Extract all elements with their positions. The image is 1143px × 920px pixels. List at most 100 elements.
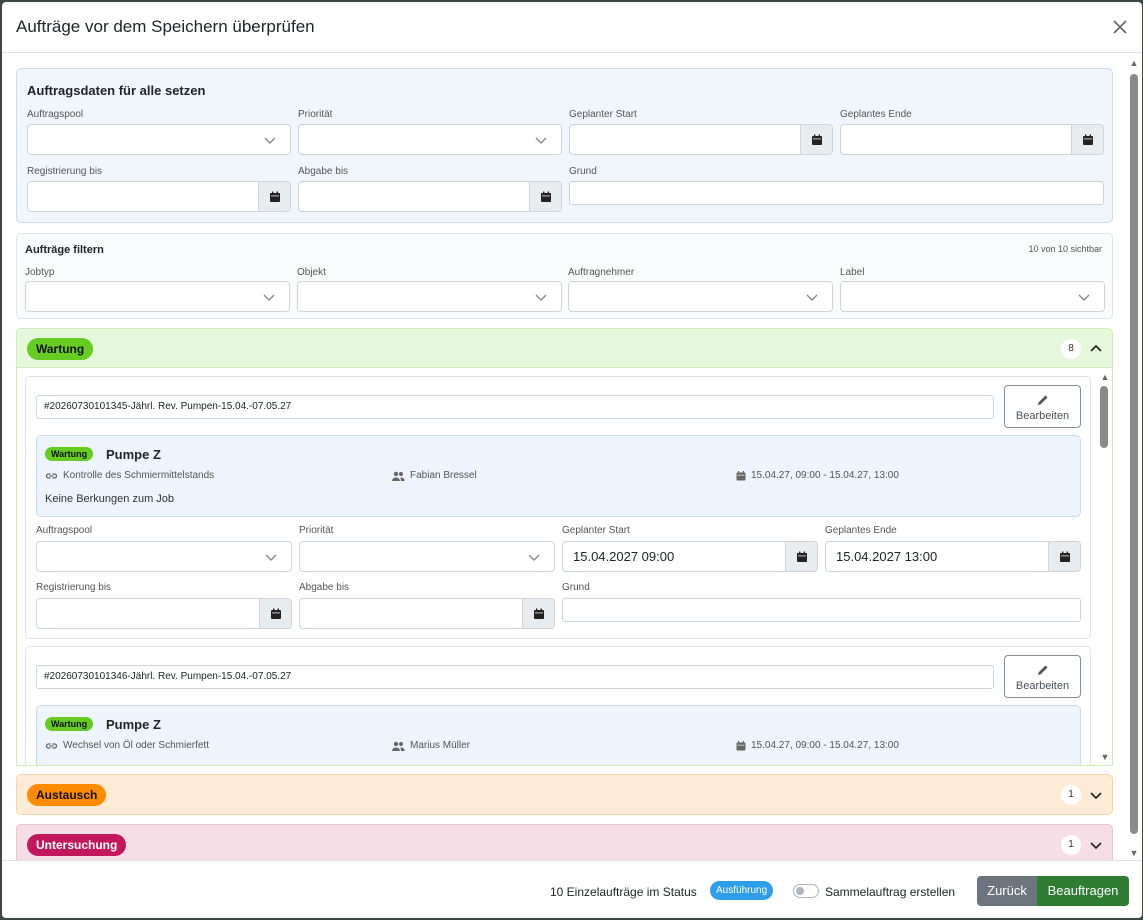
scroll-up-arrow[interactable]: ▲ — [1100, 372, 1110, 382]
group-austausch[interactable]: Austausch 1 — [16, 774, 1113, 815]
pencil-icon — [1038, 665, 1048, 675]
calendar-icon — [1082, 134, 1093, 145]
collective-order-toggle[interactable] — [793, 884, 819, 898]
job-priority-select[interactable] — [299, 541, 555, 572]
review-modal: Aufträge vor dem Speichern überprüfen Au… — [2, 2, 1142, 918]
scroll-up-arrow[interactable]: ▲ — [1129, 58, 1139, 68]
link-icon — [45, 472, 58, 479]
bulk-registration-label: Registrierung bis — [27, 166, 103, 177]
job-start-input[interactable]: 15.04.2027 09:00 — [562, 541, 818, 572]
calendar-button[interactable] — [1071, 125, 1103, 154]
bulk-pool-select[interactable] — [27, 124, 291, 155]
modal-header: Aufträge vor dem Speichern überprüfen — [2, 2, 1142, 53]
chevron-down-icon[interactable] — [1089, 788, 1103, 802]
back-button[interactable]: Zurück — [977, 876, 1037, 906]
job-end-value: 15.04.2027 13:00 — [836, 549, 938, 564]
job-object-name: Pumpe Z — [106, 717, 161, 732]
job-time-text: 15.04.27, 09:00 - 15.04.27, 13:00 — [751, 470, 899, 481]
edit-job-label: Bearbeiten — [1015, 680, 1070, 692]
job-registration-label: Registrierung bis — [36, 582, 112, 593]
filter-contractor-label: Auftragnehmer — [568, 267, 635, 278]
group-wartung-body: #20260730101345-Jährl. Rev. Pumpen-15.04… — [16, 368, 1113, 766]
calendar-button[interactable] — [258, 182, 290, 211]
job-start-label: Geplanter Start — [562, 525, 630, 536]
filter-count: 10 von 10 sichtbar — [1028, 244, 1102, 254]
job-info-box: Wartung Pumpe Z Wechsel von Öl oder Schm… — [36, 705, 1081, 765]
close-icon[interactable] — [1110, 17, 1130, 37]
calendar-icon — [736, 470, 746, 480]
modal-scrollbar-thumb[interactable] — [1130, 74, 1138, 834]
bulk-reason-input[interactable] — [569, 181, 1104, 205]
scroll-down-arrow[interactable]: ▼ — [1129, 848, 1139, 858]
group-austausch-badge: Austausch — [27, 784, 107, 806]
chevron-down-icon[interactable] — [1089, 838, 1103, 852]
job-info-box: Wartung Pumpe Z Kontrolle des Schmiermit… — [36, 435, 1081, 517]
modal-body: Auftragsdaten für alle setzen Auftragspo… — [2, 54, 1128, 860]
chevron-down-icon — [535, 137, 547, 144]
group-scrollbar[interactable]: ▲ ▼ — [1099, 372, 1109, 762]
job-title-input[interactable]: #20260730101346-Jährl. Rev. Pumpen-15.04… — [36, 665, 994, 689]
chevron-up-icon[interactable] — [1089, 342, 1103, 356]
job-pool-select[interactable] — [36, 541, 292, 572]
pencil-icon — [1038, 395, 1048, 405]
bulk-start-input[interactable] — [569, 124, 833, 155]
bulk-end-input[interactable] — [840, 124, 1104, 155]
calendar-button[interactable] — [785, 542, 817, 571]
job-assignee: Fabian Bressel — [391, 470, 477, 481]
toggle-label: Sammelauftrag erstellen — [825, 885, 956, 899]
calendar-icon — [811, 134, 822, 145]
job-time: 15.04.27, 09:00 - 15.04.27, 13:00 — [736, 470, 899, 481]
job-task: Wechsel von Öl oder Schmierfett — [45, 740, 209, 751]
group-wartung[interactable]: Wartung 8 — [16, 328, 1113, 368]
job-end-label: Geplantes Ende — [825, 525, 897, 536]
chevron-down-icon — [265, 554, 277, 561]
job-reason-input[interactable] — [562, 598, 1081, 622]
calendar-icon — [1059, 551, 1070, 562]
calendar-button[interactable] — [1048, 542, 1080, 571]
job-time-text: 15.04.27, 09:00 - 15.04.27, 13:00 — [751, 740, 899, 751]
scroll-down-arrow[interactable]: ▼ — [1100, 752, 1110, 762]
chevron-down-icon — [528, 554, 540, 561]
group-austausch-count: 1 — [1061, 785, 1081, 805]
calendar-button[interactable] — [259, 599, 291, 628]
calendar-icon — [270, 608, 281, 619]
link-icon — [45, 742, 58, 749]
modal-footer: 10 Einzelaufträge im Status Ausführung S… — [2, 860, 1142, 918]
job-end-input[interactable]: 15.04.2027 13:00 — [825, 541, 1081, 572]
group-untersuchung[interactable]: Untersuchung 1 — [16, 824, 1113, 860]
calendar-button[interactable] — [800, 125, 832, 154]
bulk-registration-input[interactable] — [27, 181, 291, 212]
job-card: #20260730101345-Jährl. Rev. Pumpen-15.04… — [25, 376, 1091, 639]
bulk-reason-label: Grund — [569, 166, 597, 177]
filter-contractor-select[interactable] — [568, 281, 833, 312]
job-task-text: Kontrolle des Schmiermittelstands — [63, 470, 215, 481]
bulk-priority-select[interactable] — [298, 124, 562, 155]
group-wartung-badge: Wartung — [27, 338, 94, 360]
calendar-button[interactable] — [529, 182, 561, 211]
filter-label-select[interactable] — [840, 281, 1105, 312]
job-priority-label: Priorität — [299, 525, 334, 536]
modal-scrollbar[interactable]: ▲ ▼ — [1128, 58, 1140, 858]
job-registration-input[interactable] — [36, 598, 292, 629]
group-scrollbar-thumb[interactable] — [1100, 386, 1108, 448]
edit-job-button[interactable]: Bearbeiten — [1004, 385, 1081, 428]
filter-object-select[interactable] — [297, 281, 562, 312]
edit-job-label: Bearbeiten — [1015, 410, 1070, 422]
bulk-end-label: Geplantes Ende — [840, 109, 912, 120]
bulk-deadline-input[interactable] — [298, 181, 562, 212]
filter-jobtype-select[interactable] — [25, 281, 290, 312]
job-time: 15.04.27, 09:00 - 15.04.27, 13:00 — [736, 740, 899, 751]
submit-button[interactable]: Beauftragen — [1037, 876, 1129, 906]
modal-title: Aufträge vor dem Speichern überprüfen — [16, 17, 315, 36]
chevron-down-icon — [535, 294, 547, 301]
job-deadline-label: Abgabe bis — [299, 582, 350, 593]
job-title-input[interactable]: #20260730101345-Jährl. Rev. Pumpen-15.04… — [36, 395, 994, 419]
calendar-button[interactable] — [522, 599, 554, 628]
job-type-badge: Wartung — [45, 717, 94, 731]
calendar-icon — [269, 191, 280, 202]
filter-panel: Aufträge filtern 10 von 10 sichtbar Jobt… — [16, 233, 1113, 319]
edit-job-button[interactable]: Bearbeiten — [1004, 655, 1081, 698]
job-deadline-input[interactable] — [299, 598, 555, 629]
job-task: Kontrolle des Schmiermittelstands — [45, 470, 214, 481]
group-wartung-count: 8 — [1061, 339, 1081, 359]
